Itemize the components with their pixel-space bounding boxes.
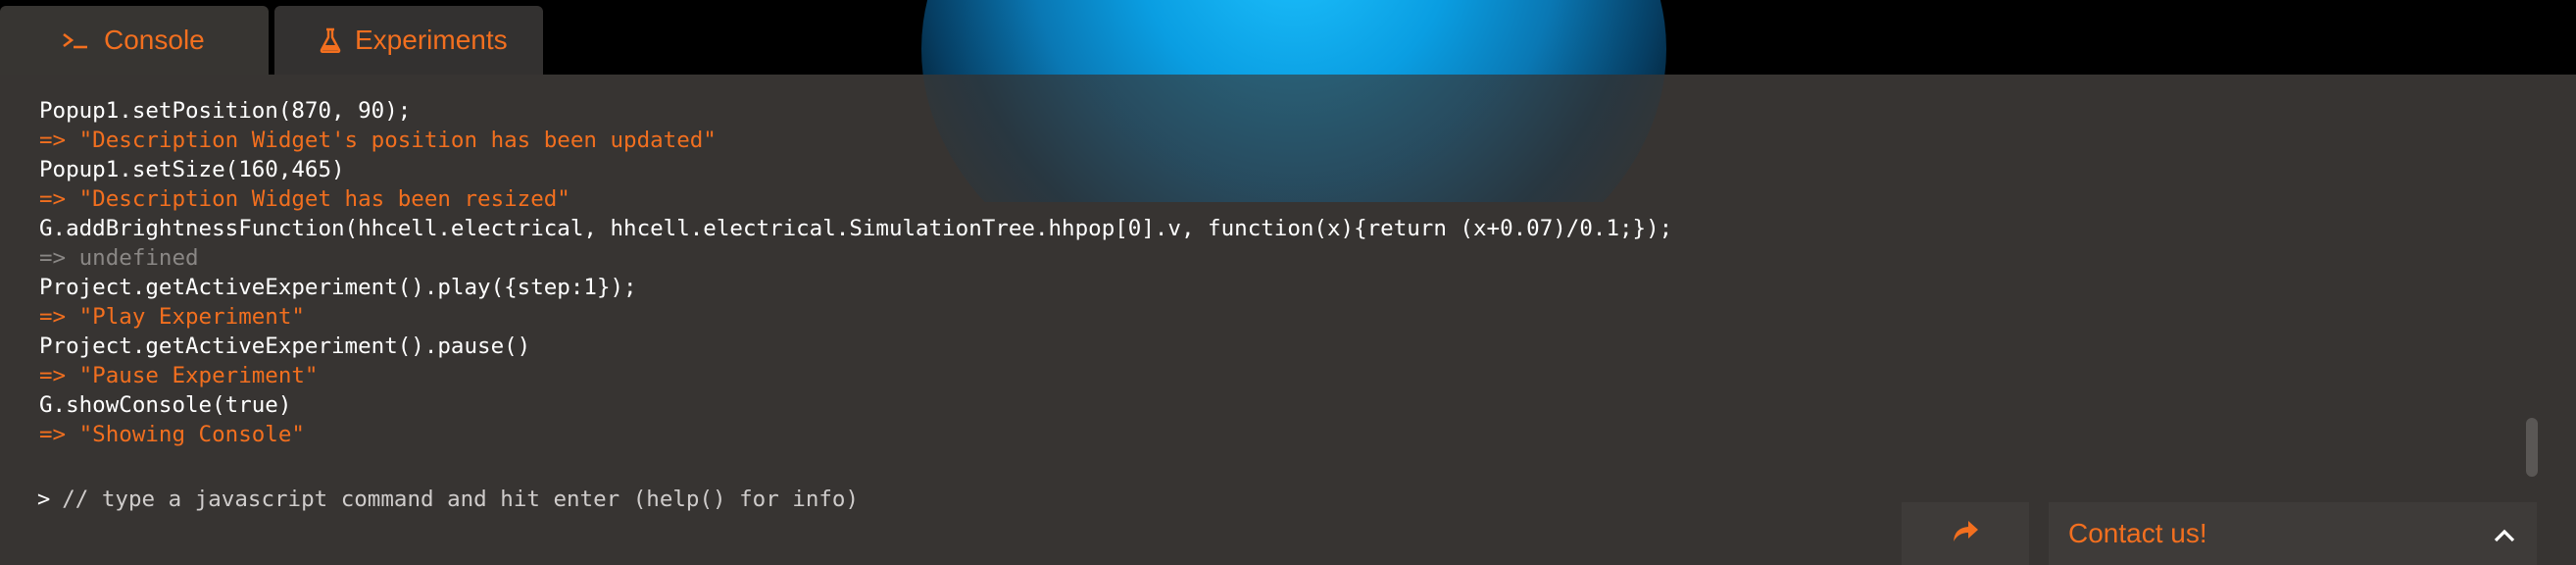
console-result-line: => "Showing Console" [39,422,305,447]
console-input[interactable]: // type a javascript command and hit ent… [62,487,859,512]
console-scrollbar[interactable] [2526,418,2538,477]
console-command-line: G.showConsole(true) [39,392,292,418]
console-command-line: Project.getActiveExperiment().pause() [39,334,531,359]
flask-icon [320,27,341,53]
top-bar: Console Experiments [0,0,2576,75]
console-result-line: => "Description Widget has been resized" [39,186,570,212]
console-command-line: Popup1.setSize(160,465) [39,157,345,182]
contact-us-label: Contact us! [2068,518,2207,548]
console-command-line: Project.getActiveExperiment().play({step… [39,275,637,300]
console-result-line: => "Description Widget's position has be… [39,128,717,153]
prompt-caret: > [37,487,51,512]
console-log: Popup1.setPosition(870, 90); => "Descript… [39,96,2509,449]
share-button[interactable] [1902,502,2029,565]
chevron-up-icon [2494,518,2515,549]
share-arrow-icon [1951,519,1980,549]
console-command-line: G.addBrightnessFunction(hhcell.electrica… [39,216,1673,241]
contact-us-button[interactable]: Contact us! [2049,502,2537,565]
console-result-line: => "Pause Experiment" [39,363,319,388]
tab-experiments[interactable]: Experiments [274,6,543,75]
tab-console-label: Console [104,25,205,55]
terminal-icon [61,28,90,52]
console-result-line: => undefined [39,245,199,271]
tab-experiments-label: Experiments [355,25,508,55]
console-panel: Popup1.setPosition(870, 90); => "Descript… [0,75,2576,565]
console-input-row[interactable]: > // type a javascript command and hit e… [37,487,859,512]
console-result-line: => "Play Experiment" [39,304,305,330]
glow-sphere [921,0,1666,75]
console-command-line: Popup1.setPosition(870, 90); [39,98,412,124]
tab-console[interactable]: Console [0,6,269,75]
